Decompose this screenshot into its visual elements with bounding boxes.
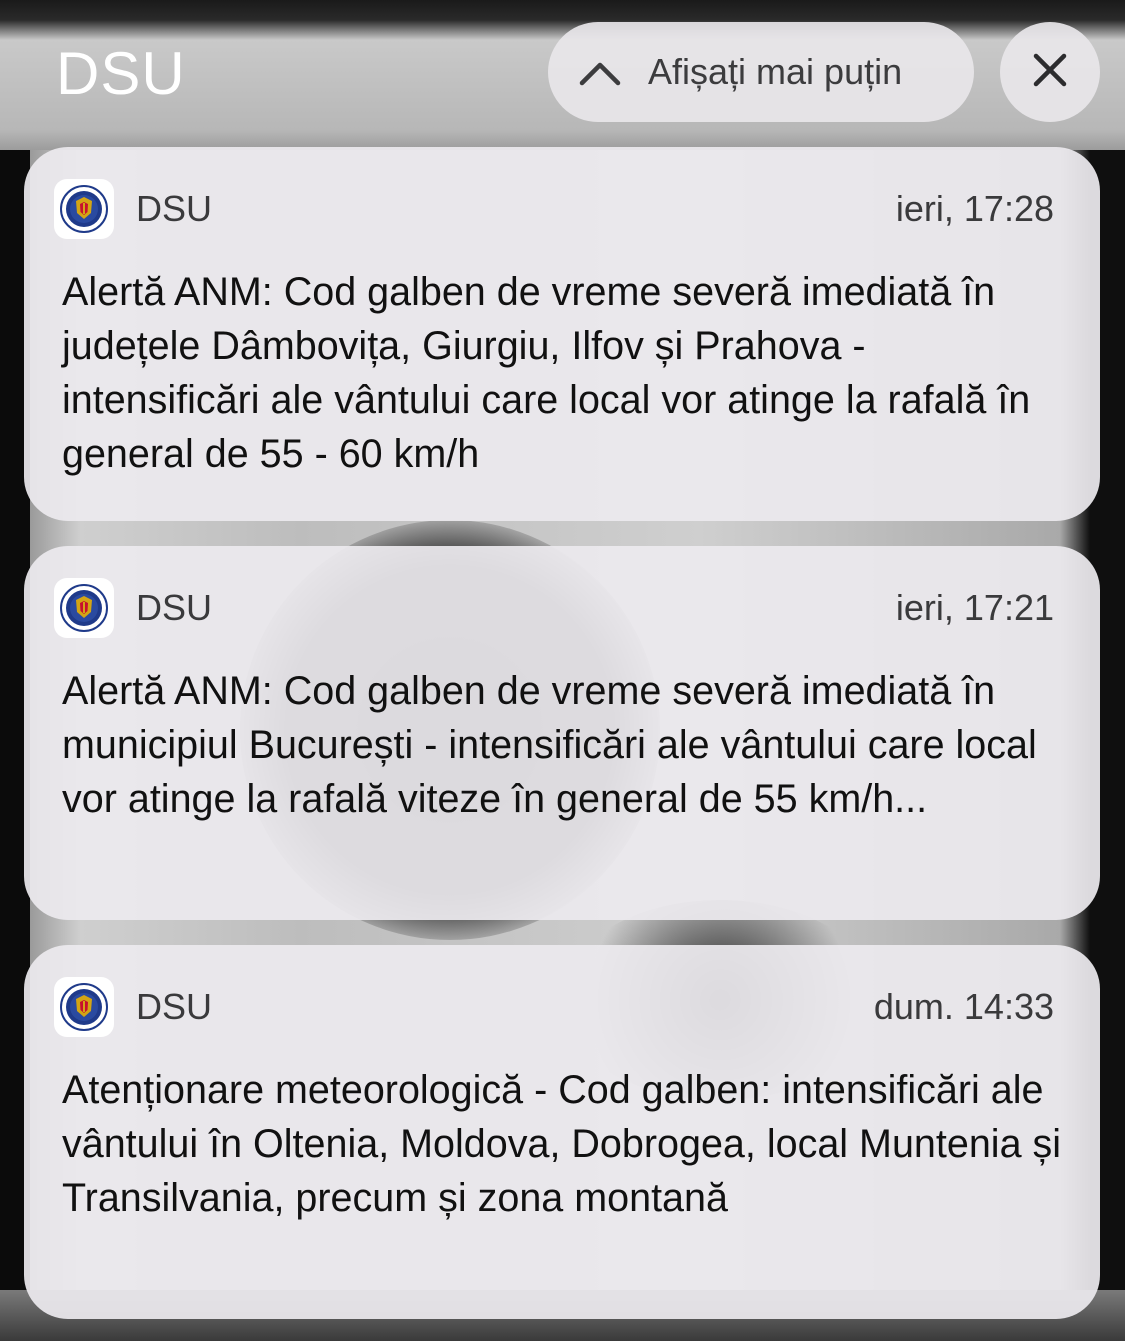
dsu-app-icon [54, 977, 114, 1037]
notification-card[interactable]: DSU ieri, 17:21 Alertă ANM: Cod galben d… [24, 546, 1100, 920]
notification-time: ieri, 17:28 [895, 188, 1054, 229]
notification-group-title: DSU [56, 40, 186, 107]
notification-body: Alertă ANM: Cod galben de vreme severă i… [62, 270, 1031, 476]
notification-body: Atenționare meteorologică - Cod galben: … [62, 1068, 1062, 1220]
show-less-button[interactable]: Afișați mai puțin [548, 22, 974, 122]
dsu-app-icon [54, 578, 114, 638]
notification-time: ieri, 17:21 [895, 587, 1054, 628]
close-icon [1031, 51, 1069, 94]
app-name: DSU [136, 188, 213, 229]
show-less-label: Afișați mai puțin [648, 51, 903, 92]
notification-card[interactable]: DSU dum. 14:33 Atenționare meteorologică… [24, 945, 1100, 1319]
app-name: DSU [136, 986, 213, 1027]
notification-time: dum. 14:33 [873, 986, 1054, 1027]
dsu-app-icon [54, 179, 114, 239]
notification-body: Alertă ANM: Cod galben de vreme severă i… [62, 669, 1037, 821]
close-button[interactable] [1000, 22, 1100, 122]
chevron-up-icon [578, 50, 622, 94]
app-name: DSU [136, 587, 213, 628]
notification-card[interactable]: DSU ieri, 17:28 Alertă ANM: Cod galben d… [24, 147, 1100, 521]
